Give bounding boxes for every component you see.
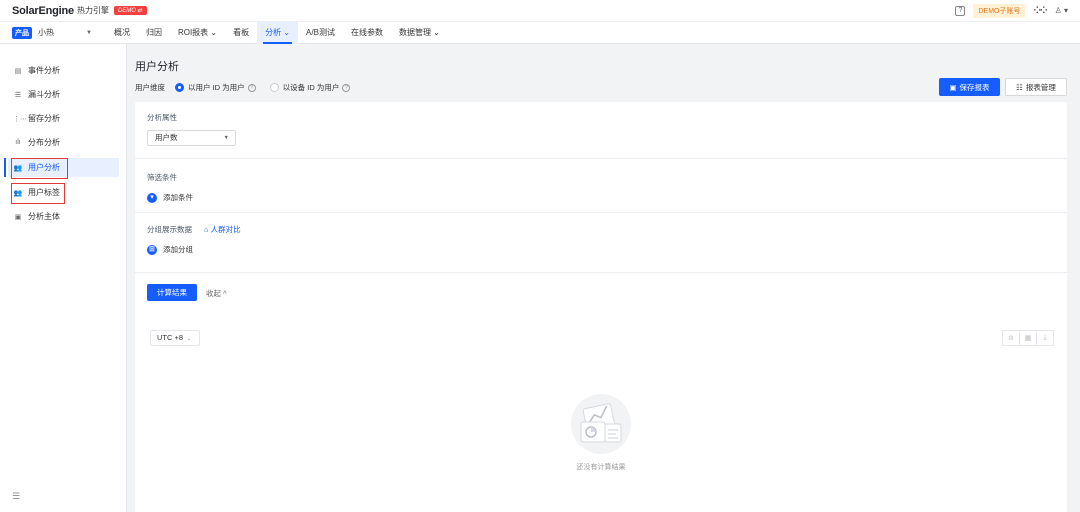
caret-down-icon: ▼ <box>223 135 229 141</box>
crowd-compare-link[interactable]: ⌂ 人群对比 <box>204 224 241 235</box>
add-condition-label: 添加条件 <box>163 193 193 202</box>
user-tag-icon: 👥 <box>13 189 23 197</box>
radio-device-id-label[interactable]: 以设备 ID 为用户 <box>283 82 340 93</box>
chevron-down-icon: ⌄ <box>185 336 192 342</box>
sidebar-item-6[interactable]: ▣ 分析主体 <box>8 207 119 226</box>
download-icon[interactable]: ⤓ <box>1036 330 1054 346</box>
retention-icon: ⋮⋯ <box>13 115 27 123</box>
analysis-subject-icon: ▣ <box>14 213 22 221</box>
product-selector[interactable]: 小热 <box>38 27 86 38</box>
demo-badge[interactable]: DEMO ⇄ <box>113 6 147 15</box>
sidebar-item-label: 分布分析 <box>28 138 60 147</box>
brand-subtitle: 热力引擎 <box>76 6 109 15</box>
save-report-label: 保存报表 <box>959 82 990 92</box>
sidebar-item-1[interactable]: ☰ 漏斗分析 <box>8 85 119 104</box>
filter-label: 筛选条件 <box>147 173 177 182</box>
user-icon[interactable]: ♙ ▾ <box>1055 6 1068 15</box>
nav-item-1[interactable]: 归因 <box>138 22 170 44</box>
radio-user-id-label[interactable]: 以用户 ID 为用户 <box>188 82 245 93</box>
nav-item-4[interactable]: 分析 ⌄ <box>257 21 299 44</box>
product-badge: 产品 <box>12 26 32 39</box>
user-dimension-row: 用户维度 以用户 ID 为用户 ? 以设备 ID 为用户 ? <box>135 82 364 93</box>
result-panel: UTC +8 ⌄ ılı ▦ ⤓ 还没有计算结果 <box>135 318 1067 512</box>
timezone-value: UTC +8 <box>157 333 184 342</box>
add-group-label: 添加分组 <box>163 245 193 254</box>
result-tools: ılı ▦ ⤓ <box>1002 330 1054 346</box>
chart-icon[interactable]: ılı <box>1002 330 1020 346</box>
user-analysis-icon: 👥 <box>13 164 23 172</box>
group-icon: ⊞ <box>147 244 157 255</box>
analysis-attribute-label: 分析属性 <box>147 113 177 122</box>
help-icon[interactable]: ? <box>247 83 256 92</box>
top-bar: SolarEngine 热力引擎 DEMO ⇄ ? DEMO子账号 ⁘⁘ ♙ ▾ <box>0 0 1080 22</box>
query-panel: 分析属性 用户数 ▼ 筛选条件 ▾ 添加条件 分组展示数据 ⌂ 人群对比 ⊞ 添… <box>135 102 1067 354</box>
add-condition-button[interactable]: ▾ 添加条件 <box>147 192 193 203</box>
analysis-attribute-select[interactable]: 用户数 ▼ <box>147 130 236 146</box>
add-group-button[interactable]: ⊞ 添加分组 <box>147 244 193 255</box>
divider <box>135 272 1067 273</box>
nav-item-0[interactable]: 概况 <box>106 22 138 44</box>
sidebar-item-5[interactable]: 👥 用户标签 <box>8 183 119 204</box>
sidebar-item-label: 用户标签 <box>28 188 60 197</box>
nav-item-5[interactable]: A/B测试 <box>298 22 343 44</box>
main-content: 用户分析 用户维度 以用户 ID 为用户 ? 以设备 ID 为用户 ? ▣ 保存… <box>127 44 1080 512</box>
list-settings-icon: ☷ <box>1016 82 1023 92</box>
empty-state-icon <box>571 394 631 454</box>
help-icon[interactable]: ? <box>955 5 966 16</box>
sidebar-item-label: 漏斗分析 <box>28 90 60 99</box>
account-badge[interactable]: DEMO子账号 <box>973 3 1026 18</box>
top-right-tools: ? DEMO子账号 ⁘⁘ ♙ ▾ <box>955 3 1068 18</box>
sidebar-item-label: 留存分析 <box>28 114 60 123</box>
crowd-icon: ⌂ <box>204 225 211 234</box>
analysis-attribute-value: 用户数 <box>155 133 178 142</box>
main-nav: 产品 小热 ▼ 概况 归因 ROI报表 ⌄ 看板 分析 ⌄ A/B测试 在线参数 数据管理 ⌄ <box>0 21 1080 44</box>
nav-item-3[interactable]: 看板 <box>225 22 257 44</box>
collapse-sidebar-icon[interactable]: ☰ <box>12 491 20 502</box>
help-icon[interactable]: ? <box>342 83 351 92</box>
page-title: 用户分析 <box>135 61 179 73</box>
report-manage-button[interactable]: ☷ 报表管理 <box>1005 78 1067 96</box>
active-indicator <box>4 158 6 177</box>
calculate-button[interactable]: 计算结果 <box>147 284 197 301</box>
sidebar: ▤ 事件分析 ☰ 漏斗分析 ⋮⋯ 留存分析 ılı 分布分析 👥 用户分析 👥 用户标签 ▣ 分析主体 ☰ <box>0 44 127 512</box>
funnel-icon: ☰ <box>14 91 22 99</box>
timezone-select[interactable]: UTC +8 ⌄ <box>150 330 200 346</box>
dimension-label: 用户维度 <box>135 83 165 92</box>
nav-item-6[interactable]: 在线参数 <box>343 22 391 44</box>
save-icon: ▣ <box>949 82 957 92</box>
nav-item-2[interactable]: ROI报表 ⌄ <box>170 22 225 44</box>
event-analysis-icon: ▤ <box>14 67 22 75</box>
brand-logo[interactable]: SolarEngine <box>12 5 74 17</box>
sidebar-item-label: 用户分析 <box>28 163 60 172</box>
divider <box>135 212 1067 213</box>
group-display-label: 分组展示数据 <box>147 225 192 234</box>
empty-state-text: 还没有计算结果 <box>576 464 626 471</box>
collapse-link[interactable]: 收起 ^ <box>206 288 227 299</box>
radio-user-id[interactable] <box>175 83 184 92</box>
filter-icon: ▾ <box>147 192 157 203</box>
sidebar-item-3[interactable]: ılı 分布分析 <box>8 133 119 152</box>
sidebar-item-4[interactable]: 👥 用户分析 <box>8 158 119 179</box>
sidebar-item-2[interactable]: ⋮⋯ 留存分析 <box>8 109 119 128</box>
grid-icon[interactable]: ⁘⁘ <box>1033 5 1047 16</box>
nav-item-7[interactable]: 数据管理 ⌄ <box>391 22 448 44</box>
report-manage-label: 报表管理 <box>1025 82 1056 92</box>
distribution-icon: ılı <box>15 139 21 146</box>
sidebar-item-label: 分析主体 <box>28 212 60 221</box>
sidebar-item-label: 事件分析 <box>28 66 60 75</box>
radio-device-id[interactable] <box>269 83 279 92</box>
crowd-compare-label: 人群对比 <box>210 225 241 234</box>
sidebar-item-0[interactable]: ▤ 事件分析 <box>8 61 119 80</box>
divider <box>135 158 1067 159</box>
table-icon[interactable]: ▦ <box>1019 330 1037 346</box>
chevron-down-icon[interactable]: ▼ <box>86 30 92 36</box>
save-report-button[interactable]: ▣ 保存报表 <box>939 78 1000 96</box>
